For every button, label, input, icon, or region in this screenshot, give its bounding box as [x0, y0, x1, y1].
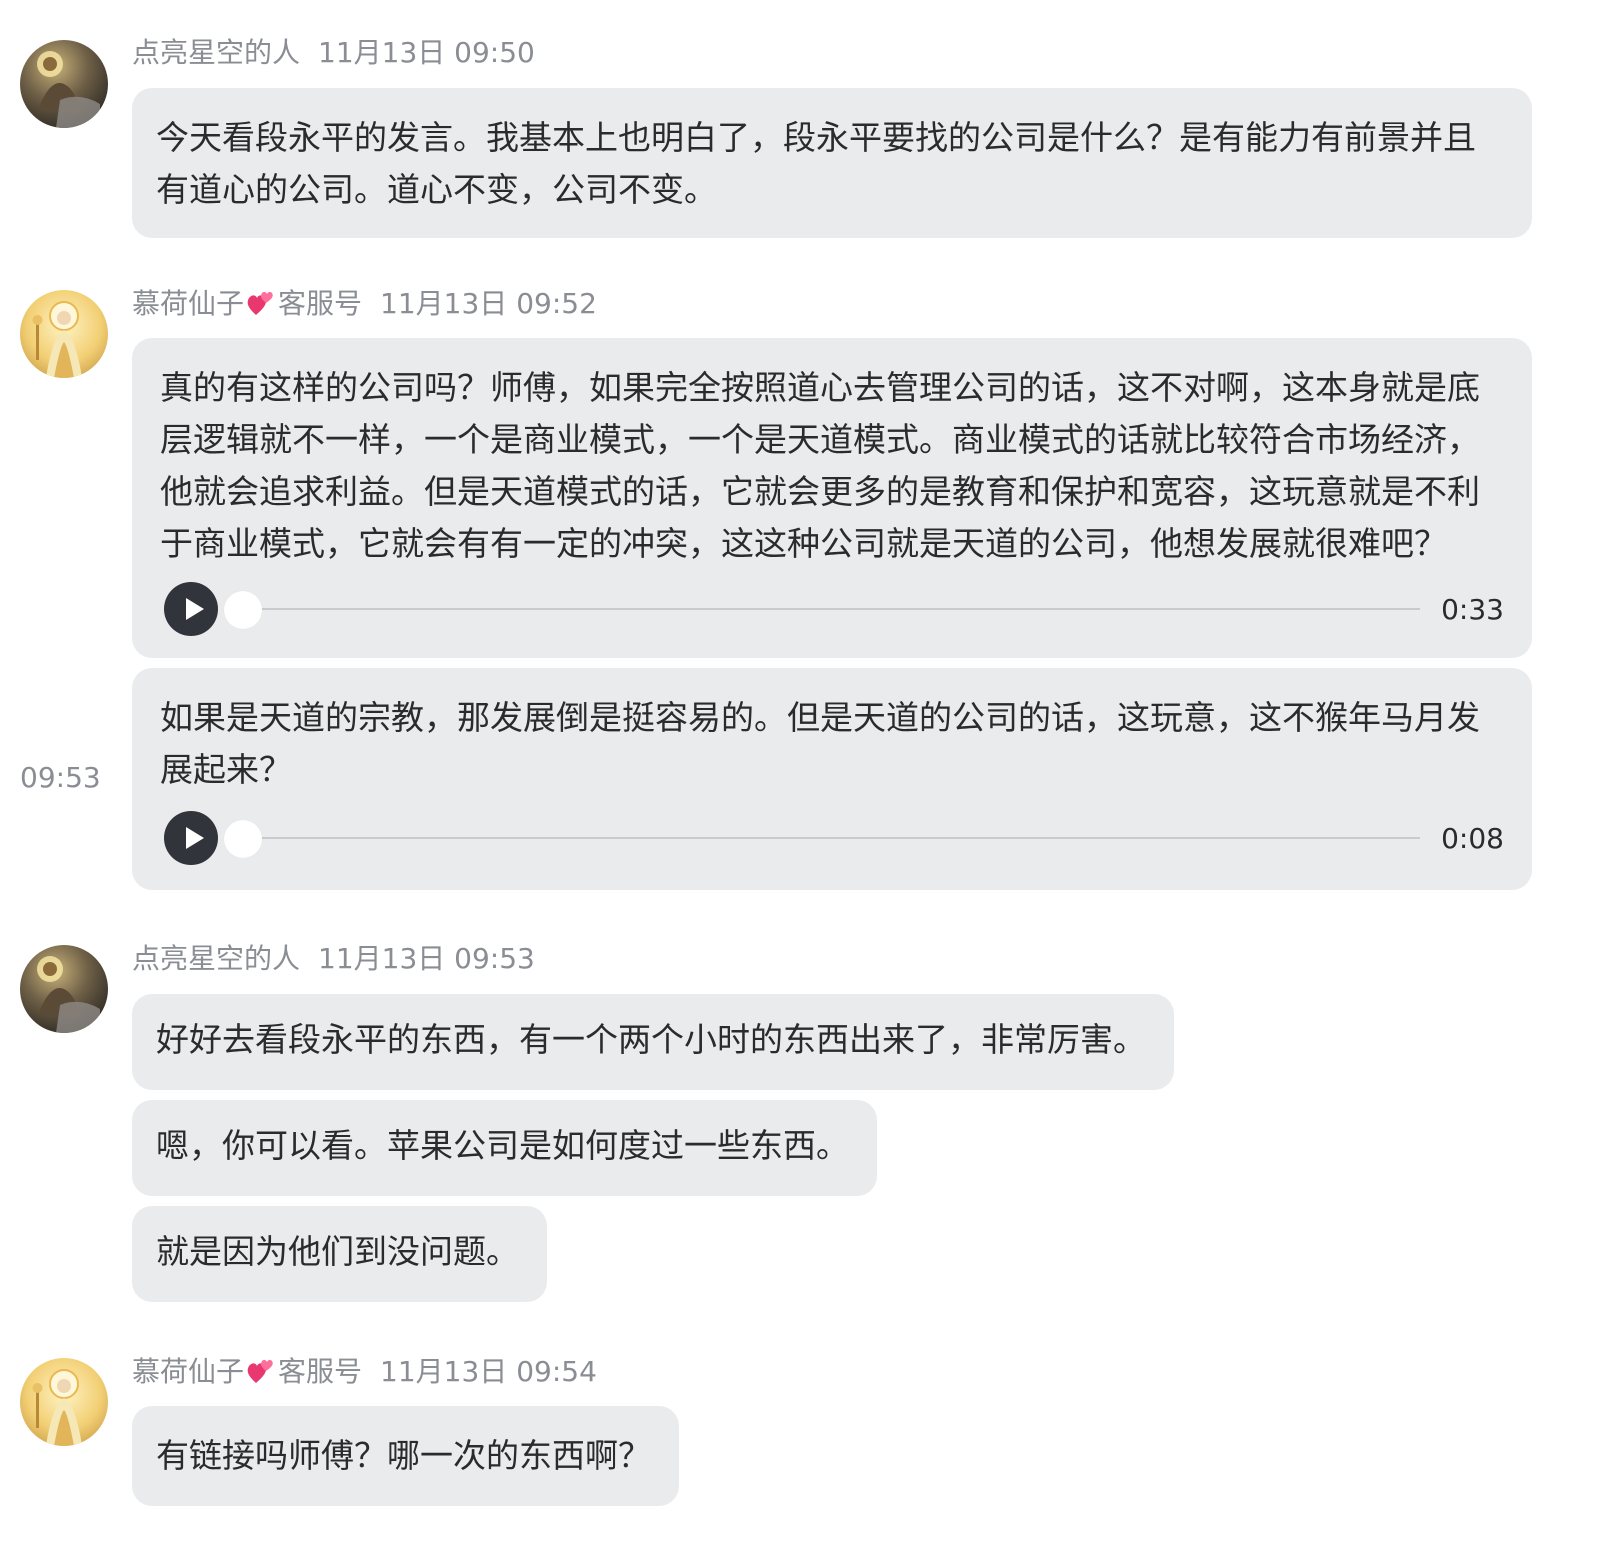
message-text: 真的有这样的公司吗？师傅，如果完全按照道心去管理公司的话，这不对啊，这本身就是底…: [160, 368, 1480, 563]
sender-tag: 客服号: [278, 287, 363, 320]
two-hearts-icon: [246, 289, 276, 317]
sender-name[interactable]: 点亮星空的人: [132, 942, 300, 975]
message-bubble[interactable]: 如果是天道的宗教，那发展倒是挺容易的。但是天道的公司的话，这玩意，这不猴年马月发…: [132, 668, 1532, 890]
message-text: 如果是天道的宗教，那发展倒是挺容易的。但是天道的公司的话，这玩意，这不猴年马月发…: [160, 698, 1480, 789]
message-text: 好好去看段永平的东西，有一个两个小时的东西出来了，非常厉害。: [156, 1020, 1146, 1059]
message-bubble[interactable]: 有链接吗师傅？哪一次的东西啊？: [132, 1406, 679, 1506]
buddha-avatar-icon[interactable]: [20, 945, 108, 1033]
message-text: 嗯，你可以看。苹果公司是如何度过一些东西。: [156, 1126, 849, 1165]
audio-duration: 0:08: [1441, 822, 1504, 855]
guanyin-avatar-icon[interactable]: [20, 290, 108, 378]
message-timestamp: 11月13日 09:53: [318, 942, 535, 975]
message-timestamp: 11月13日 09:52: [380, 287, 597, 320]
message-timestamp: 11月13日 09:50: [318, 36, 535, 69]
message-text: 有链接吗师傅？哪一次的东西啊？: [156, 1436, 651, 1475]
message-bubble[interactable]: 好好去看段永平的东西，有一个两个小时的东西出来了，非常厉害。: [132, 994, 1174, 1090]
message-meta: 点亮星空的人 11月13日 09:50: [132, 35, 535, 71]
two-hearts-icon: [246, 1357, 276, 1385]
play-icon[interactable]: [164, 811, 218, 865]
sender-name[interactable]: 慕荷仙子: [132, 287, 244, 320]
message-bubble[interactable]: 真的有这样的公司吗？师傅，如果完全按照道心去管理公司的话，这不对啊，这本身就是底…: [132, 338, 1532, 658]
audio-progress-track[interactable]: [228, 837, 1420, 839]
audio-scrubber-handle[interactable]: [224, 591, 262, 629]
message-timestamp: 11月13日 09:54: [380, 1355, 597, 1388]
guanyin-avatar-icon[interactable]: [20, 1358, 108, 1446]
message-bubble[interactable]: 就是因为他们到没问题。: [132, 1206, 547, 1302]
message-meta: 慕荷仙子 客服号 11月13日 09:52: [132, 286, 597, 322]
audio-progress-track[interactable]: [228, 608, 1420, 610]
audio-duration: 0:33: [1441, 593, 1504, 626]
message-text: 今天看段永平的发言。我基本上也明白了，段永平要找的公司是什么？是有能力有前景并且…: [156, 118, 1476, 209]
sender-tag: 客服号: [278, 1355, 363, 1388]
message-bubble[interactable]: 今天看段永平的发言。我基本上也明白了，段永平要找的公司是什么？是有能力有前景并且…: [132, 88, 1532, 238]
message-bubble[interactable]: 嗯，你可以看。苹果公司是如何度过一些东西。: [132, 1100, 877, 1196]
buddha-avatar-icon[interactable]: [20, 40, 108, 128]
play-icon[interactable]: [164, 582, 218, 636]
hover-timestamp: 09:53: [20, 761, 101, 794]
sender-name[interactable]: 慕荷仙子: [132, 1355, 244, 1388]
audio-scrubber-handle[interactable]: [224, 820, 262, 858]
audio-player: 0:08: [164, 811, 1504, 867]
sender-name[interactable]: 点亮星空的人: [132, 36, 300, 69]
message-meta: 慕荷仙子 客服号 11月13日 09:54: [132, 1354, 597, 1390]
audio-player: 0:33: [164, 582, 1504, 638]
message-text: 就是因为他们到没问题。: [156, 1232, 519, 1271]
message-meta: 点亮星空的人 11月13日 09:53: [132, 941, 535, 977]
